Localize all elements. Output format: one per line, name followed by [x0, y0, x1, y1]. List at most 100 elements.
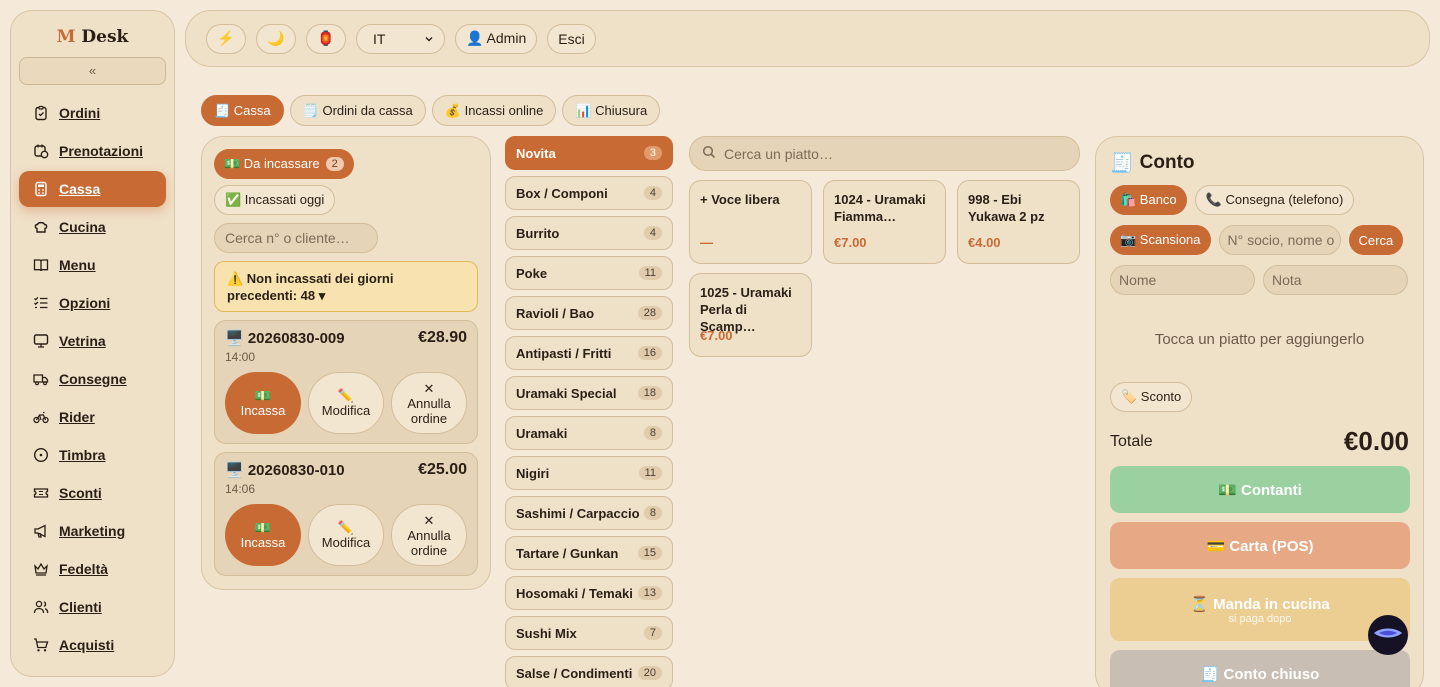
app-logo: M Desk [11, 27, 174, 47]
product-card[interactable]: 1025 - Uramaki Perla di Scamp… €7.00 [689, 273, 812, 357]
tab-ordini-da-cassa[interactable]: 🗒️ Ordini da cassa [289, 95, 426, 126]
language-select[interactable]: IT [356, 23, 445, 54]
category-item[interactable]: Sushi Mix 7 [505, 616, 673, 650]
button-label: Incassa [240, 403, 286, 418]
phone-delivery-button[interactable]: 📞 Consegna (telefono) [1194, 185, 1355, 215]
product-card-free-item[interactable]: + Voce libera — [689, 180, 812, 264]
category-count: 18 [637, 386, 662, 400]
filter-collected-today[interactable]: ✅ Incassati oggi [214, 185, 336, 215]
crown-icon [33, 561, 49, 577]
sidebar-item-sconti[interactable]: Sconti [19, 475, 166, 511]
cassa-tabs: 🧾 Cassa 🗒️ Ordini da cassa 💰 Incassi onl… [201, 95, 661, 126]
product-card[interactable]: 1024 - Uramaki Fiamma… €7.00 [823, 180, 946, 264]
logout-button[interactable]: Esci [547, 23, 596, 54]
sidebar-item-vetrina[interactable]: Vetrina [19, 323, 166, 359]
category-item[interactable]: Nigiri 11 [505, 456, 673, 490]
sidebar-item-marketing[interactable]: Marketing [19, 513, 166, 549]
category-item[interactable]: Sashimi / Carpaccio 8 [505, 496, 673, 530]
close-bill-button[interactable]: 🧾 Conto chiuso [1110, 650, 1410, 687]
sidebar-item-cassa[interactable]: Cassa [19, 171, 166, 207]
category-item[interactable]: Box / Componi 4 [505, 176, 673, 210]
category-item[interactable]: Hosomaki / Temaki 13 [505, 576, 673, 610]
collapse-sidebar-button[interactable]: « [19, 57, 166, 85]
sidebar-item-clienti[interactable]: Clienti [19, 589, 166, 625]
sidebar-item-timbra[interactable]: Timbra [19, 437, 166, 473]
category-count: 7 [643, 626, 662, 640]
sidebar-item-fedelta[interactable]: Fedeltà [19, 551, 166, 587]
category-count: 15 [637, 546, 662, 560]
category-name: Ravioli / Bao [516, 305, 595, 321]
category-item[interactable]: Novita 3 [505, 136, 673, 170]
category-name: Uramaki Special [516, 385, 617, 401]
category-item[interactable]: Burrito 4 [505, 216, 673, 250]
category-item[interactable]: Tartare / Gunkan 15 [505, 536, 673, 570]
category-count: 16 [637, 346, 662, 360]
category-item[interactable]: Ravioli / Bao 28 [505, 296, 673, 330]
sidebar-item-consegne[interactable]: Consegne [19, 361, 166, 397]
member-search-input[interactable]: N° socio, nome o [1218, 225, 1341, 255]
sidebar-item-label: Rider [59, 409, 95, 425]
button-label: Modifica [321, 535, 371, 550]
pay-card-button[interactable]: 💳 Carta (POS) [1110, 522, 1410, 569]
assistant-fab[interactable] [1368, 615, 1408, 655]
counter-mode-button[interactable]: 🛍️ Banco [1110, 185, 1187, 215]
category-count: 4 [643, 226, 662, 240]
bill-panel: 🧾 Conto 🛍️ Banco 📞 Consegna (telefono) 📷… [1095, 136, 1424, 687]
category-item[interactable]: Antipasti / Fritti 16 [505, 336, 673, 370]
send-to-kitchen-button[interactable]: ⏳ Manda in cucina si paga dopo [1110, 578, 1410, 641]
collect-button[interactable]: 💵 Incassa [225, 504, 301, 566]
pay-cash-button[interactable]: 💵 Contanti [1110, 466, 1410, 513]
category-count: 13 [637, 586, 662, 600]
sidebar-item-opzioni[interactable]: Opzioni [19, 285, 166, 321]
category-name: Nigiri [516, 465, 550, 481]
category-count: 8 [643, 426, 662, 440]
category-name: Tartare / Gunkan [516, 545, 619, 561]
order-search-input[interactable]: Cerca n° o cliente… [214, 223, 378, 253]
category-count: 11 [638, 266, 662, 280]
customer-name-input[interactable]: Nome [1110, 265, 1255, 295]
button-label: Annulla ordine [407, 395, 451, 426]
category-item[interactable]: Uramaki 8 [505, 416, 673, 450]
tab-chiusura[interactable]: 📊 Chiusura [562, 95, 661, 126]
close-icon: ✕ [423, 380, 435, 396]
ticket-icon [33, 485, 49, 501]
cancel-order-button[interactable]: ✕ Annulla ordine [391, 372, 467, 434]
edit-button[interactable]: ✏️ Modifica [308, 372, 384, 434]
total-value: €0.00 [1343, 426, 1409, 456]
chef-hat-icon [33, 219, 49, 235]
dish-search-input[interactable]: Cerca un piatto… [689, 136, 1080, 171]
note-input[interactable]: Nota [1263, 265, 1408, 295]
sidebar-item-acquisti[interactable]: Acquisti [19, 627, 166, 663]
sidebar-item-label: Menu [59, 257, 96, 273]
sidebar-item-rider[interactable]: Rider [19, 399, 166, 435]
cancel-order-button[interactable]: ✕ Annulla ordine [391, 504, 467, 566]
sidebar-item-cucina[interactable]: Cucina [19, 209, 166, 245]
unpaid-previous-days-warning[interactable]: ⚠️ Non incassati dei giorni precedenti: … [214, 261, 478, 312]
collect-button[interactable]: 💵 Incassa [225, 372, 301, 434]
tab-cassa[interactable]: 🧾 Cassa [201, 95, 284, 126]
sidebar-item-prenotazioni[interactable]: Prenotazioni [19, 133, 166, 169]
filter-to-collect[interactable]: 💵 Da incassare 2 [214, 149, 354, 179]
sidebar-item-ordini[interactable]: Ordini [19, 95, 166, 131]
product-price: €4.00 [968, 235, 1001, 250]
product-card[interactable]: 998 - Ebi Yukawa 2 pz €4.00 [957, 180, 1080, 264]
category-name: Burrito [516, 225, 560, 241]
monitor-icon [33, 333, 49, 349]
lantern-button[interactable]: 🏮 [306, 23, 346, 54]
edit-button[interactable]: ✏️ Modifica [308, 504, 384, 566]
category-count: 11 [638, 466, 662, 480]
member-search-button[interactable]: Cerca [1348, 225, 1404, 255]
product-price: €7.00 [700, 328, 733, 343]
admin-button[interactable]: 👤 Admin [455, 23, 538, 54]
bolt-icon: ⚡ [217, 30, 235, 46]
filter-label: 💵 Da incassare [224, 156, 320, 171]
sidebar-item-menu[interactable]: Menu [19, 247, 166, 283]
category-item[interactable]: Uramaki Special 18 [505, 376, 673, 410]
category-item[interactable]: Salse / Condimenti 20 [505, 656, 673, 687]
tab-incassi-online[interactable]: 💰 Incassi online [431, 95, 557, 126]
discount-button[interactable]: 🏷️ Sconto [1110, 382, 1193, 412]
theme-toggle-button[interactable]: 🌙 [256, 23, 296, 54]
scan-button[interactable]: 📷 Scansiona [1110, 225, 1211, 255]
category-item[interactable]: Poke 11 [505, 256, 673, 290]
bolt-button[interactable]: ⚡ [206, 23, 246, 54]
